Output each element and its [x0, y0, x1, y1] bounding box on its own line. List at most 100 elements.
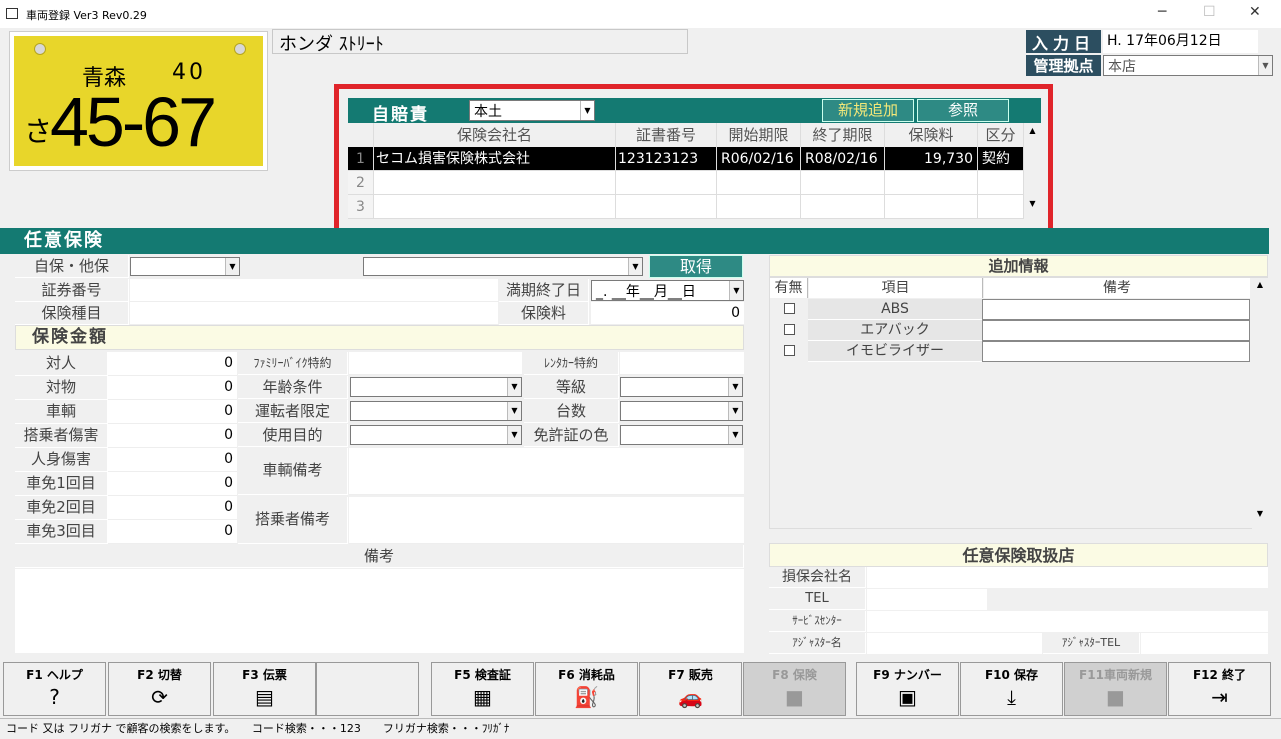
passenger-note-field[interactable]: [349, 497, 744, 544]
get-button[interactable]: 取得: [649, 255, 743, 278]
f8-insurance-button[interactable]: F8 保険 ■: [743, 662, 846, 716]
amount-value[interactable]: 0: [108, 520, 237, 544]
table-row[interactable]: 2: [348, 171, 1024, 195]
vehicle-note-field[interactable]: [349, 448, 744, 495]
company-select[interactable]: ▼: [363, 257, 643, 276]
cell-start: R06/02/16: [717, 147, 801, 171]
maximize-button[interactable]: ☐: [1203, 4, 1216, 20]
amount-value[interactable]: 0: [108, 448, 237, 472]
age-label: 年齢条件: [238, 376, 348, 399]
scroll-up-icon: ▲: [1029, 126, 1036, 135]
input-date-field[interactable]: H. 17年06月12日: [1103, 30, 1258, 53]
adjuster-label: ｱｼﾞｬｽﾀｰ名: [769, 633, 866, 654]
branch-select[interactable]: 本店 ▼: [1103, 55, 1273, 76]
amount-value[interactable]: 0: [108, 400, 237, 424]
status-bar: コード 又は フリガナ で顧客の検索をします。 コード検索・・・123 フリガナ…: [0, 718, 1281, 739]
fkey-label: F12 終了: [1192, 668, 1247, 682]
cell-start: [717, 195, 801, 219]
driver-select[interactable]: ▼: [350, 401, 522, 421]
column-header: 区分: [978, 123, 1024, 147]
f7-sales-button[interactable]: F7 販売 🚗: [639, 662, 742, 716]
rental-field[interactable]: [620, 352, 744, 375]
plate-number: 45-67: [50, 83, 217, 161]
row-number: 1: [348, 147, 374, 171]
plate-hole-right: [234, 43, 246, 55]
family-bike-field[interactable]: [349, 352, 522, 375]
amount-list: 対人 0 対物 0 車輌 0 搭乗者傷害 0 人身傷害 0 車免1回目 0 車免2回目 0 車…: [15, 352, 237, 544]
branch-label: 管理拠点: [1026, 55, 1101, 76]
close-button[interactable]: ✕: [1249, 4, 1261, 20]
amount-value[interactable]: 0: [108, 472, 237, 496]
shop-title: 任意保険取扱店: [769, 543, 1268, 567]
grade-select[interactable]: ▼: [620, 377, 743, 397]
cell-company: [374, 195, 616, 219]
expire-date-field[interactable]: _. __年__月__日 ▼: [591, 280, 744, 301]
add-new-button[interactable]: 新規追加: [822, 99, 914, 122]
cell-fee: [885, 195, 978, 219]
f10-save-button[interactable]: F10 保存 ⤓: [960, 662, 1063, 716]
policy-no-field[interactable]: [130, 279, 498, 302]
f2-switch-button[interactable]: F2 切替 ⟳: [108, 662, 211, 716]
shop-tel-field[interactable]: [867, 589, 987, 610]
amount-value[interactable]: 0: [108, 424, 237, 448]
item-note[interactable]: [982, 299, 1250, 320]
item-note[interactable]: [982, 341, 1250, 362]
plate-icon: ▣: [898, 685, 917, 709]
self-other-select[interactable]: ▼: [130, 257, 240, 276]
chevron-down-icon: ▼: [728, 402, 742, 420]
region-value: 本土: [474, 104, 502, 120]
kind-field[interactable]: [130, 302, 498, 325]
table-row[interactable]: 3: [348, 195, 1024, 219]
adjuster-field[interactable]: [867, 633, 1042, 654]
item-note[interactable]: [982, 320, 1250, 341]
f4-blank-button[interactable]: [316, 662, 419, 716]
reference-button[interactable]: 参照: [917, 99, 1009, 122]
f6-consumables-button[interactable]: F6 消耗品 ⛽: [535, 662, 638, 716]
checkbox[interactable]: [783, 324, 795, 335]
cell-kind: 契約: [978, 147, 1024, 171]
adjuster-tel-field[interactable]: [1141, 633, 1268, 654]
vehicle-note-label: 車輌備考: [238, 448, 348, 495]
checkbox[interactable]: [783, 345, 795, 356]
checkbox[interactable]: [783, 303, 795, 314]
expire-date-value: _. __年__月__日: [596, 284, 696, 300]
extra-scrollbar[interactable]: ▲ ▼: [1252, 278, 1268, 529]
f11-new-vehicle-button[interactable]: F11車両新規 ■: [1064, 662, 1167, 716]
self-other-label: 自保・他保: [15, 255, 129, 278]
f1-help-button[interactable]: F1 ヘルプ?: [3, 662, 106, 716]
license-select[interactable]: ▼: [620, 425, 743, 445]
cell-company: [374, 171, 616, 195]
amount-value[interactable]: 0: [108, 376, 237, 400]
count-select[interactable]: ▼: [620, 401, 743, 421]
service-field[interactable]: [867, 611, 1268, 632]
amount-value[interactable]: 0: [108, 496, 237, 520]
minimize-button[interactable]: ─: [1158, 4, 1166, 20]
chevron-down-icon: ▼: [628, 258, 642, 275]
item-label: エアバック: [808, 320, 982, 341]
scroll-down-icon: ▼: [1256, 509, 1264, 518]
rental-label: ﾚﾝﾀｶｰ特約: [524, 352, 619, 375]
column-header: 項目: [809, 278, 983, 298]
f9-number-button[interactable]: F9 ナンバー ▣: [856, 662, 959, 716]
exit-icon: ⇥: [1211, 685, 1228, 709]
chevron-down-icon: ▼: [507, 426, 521, 444]
region-select[interactable]: 本土 ▼: [469, 100, 595, 121]
fkey-label: F8 保険: [772, 668, 817, 682]
f12-exit-button[interactable]: F12 終了 ⇥: [1168, 662, 1271, 716]
table-row[interactable]: 1 セコム損害保険株式会社 123123123 R06/02/16 R08/02…: [348, 147, 1024, 171]
fkey-label: F10 保存: [984, 668, 1039, 682]
premium-field[interactable]: 0: [591, 302, 744, 325]
amount-value[interactable]: 0: [108, 352, 237, 376]
age-select[interactable]: ▼: [350, 377, 522, 397]
shop-company-field[interactable]: [867, 567, 1268, 588]
license-plate: 青森 40 さ 45-67: [10, 32, 267, 170]
car-yen-icon: 🚗: [678, 685, 703, 709]
notes-field[interactable]: [15, 569, 744, 653]
f5-inspection-button[interactable]: F5 検査証 ▦: [431, 662, 534, 716]
grid-scrollbar[interactable]: ▲ ▼: [1024, 123, 1041, 219]
chevron-down-icon: ▼: [507, 378, 521, 396]
f3-slip-button[interactable]: F3 伝票 ▤: [213, 662, 316, 716]
fkey-label: F2 切替: [137, 668, 182, 682]
chevron-down-icon: ▼: [728, 378, 742, 396]
purpose-select[interactable]: ▼: [350, 425, 522, 445]
